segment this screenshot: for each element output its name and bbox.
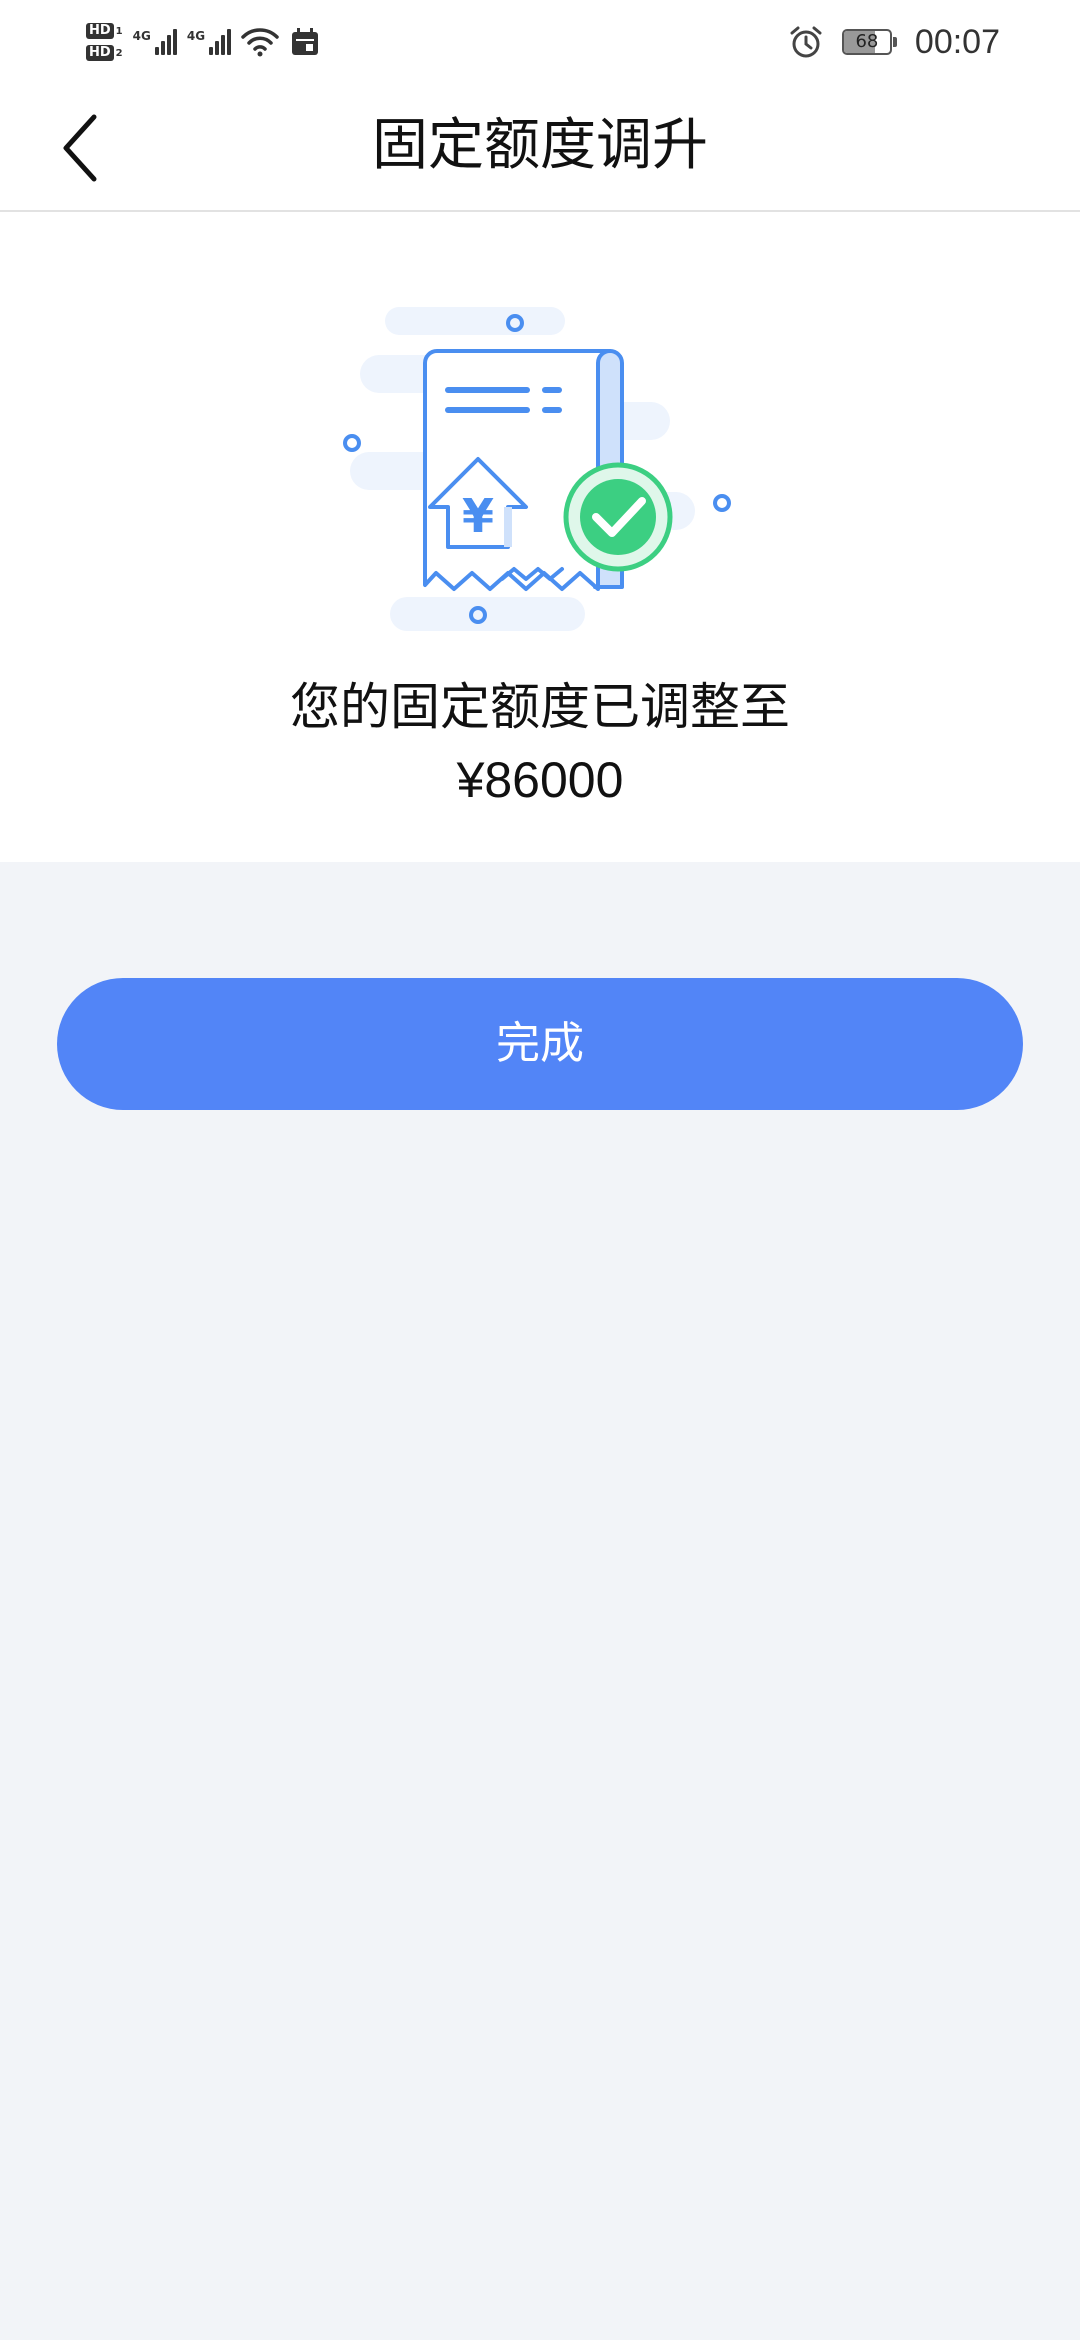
- receipt-illustration: ¥: [343, 307, 731, 631]
- check-circle-icon: [563, 462, 673, 572]
- hd-sim-number: 1: [115, 25, 123, 37]
- hd-label: HD: [86, 45, 114, 61]
- result-card: ¥ 您的固定额度已调整至 ¥86000: [0, 212, 1080, 862]
- result-amount: ¥86000: [456, 752, 624, 808]
- header: 固定额度调升: [0, 84, 1080, 212]
- yen-glyph: ¥: [462, 489, 494, 543]
- calendar-icon: [292, 28, 319, 55]
- status-time: 00:07: [914, 22, 1000, 61]
- hd-badge-1: HD 1: [86, 23, 123, 39]
- hd-indicators: HD 1 HD 2: [86, 23, 123, 61]
- status-bar: HD 1 HD 2 4G 4G 68 00:07: [0, 0, 1080, 84]
- battery-body: 68: [841, 29, 892, 55]
- hd-sim-number: 2: [115, 47, 123, 59]
- page-title: 固定额度调升: [372, 113, 708, 178]
- signal-icon-sim2: 4G: [186, 29, 232, 55]
- signal-icon-sim1: 4G: [133, 29, 177, 55]
- wifi-icon: [241, 28, 279, 57]
- network-type: 4G: [186, 29, 206, 43]
- status-left: HD 1 HD 2 4G 4G: [86, 12, 321, 72]
- hd-label: HD: [86, 23, 114, 39]
- alarm-icon: [790, 26, 822, 58]
- battery-level: 68: [855, 31, 879, 52]
- hd-badge-2: HD 2: [86, 45, 123, 61]
- battery-icon: 68: [841, 29, 897, 55]
- done-button[interactable]: 完成: [57, 978, 1023, 1110]
- result-message: 您的固定额度已调整至: [290, 678, 790, 736]
- network-type: 4G: [132, 29, 151, 43]
- status-right: 68 00:07: [788, 18, 1000, 66]
